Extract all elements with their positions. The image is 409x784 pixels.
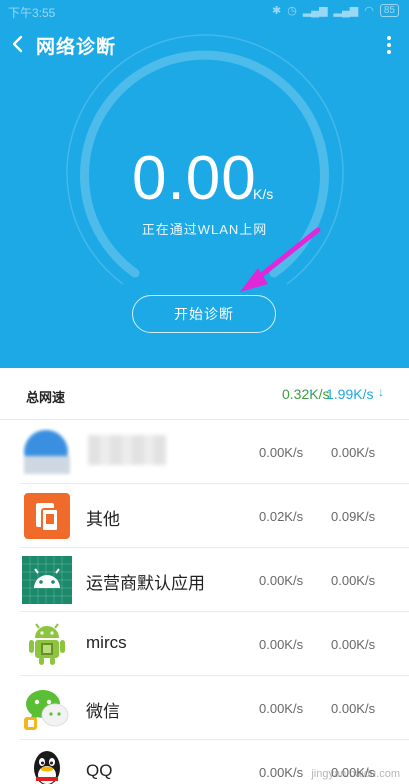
android-robot-icon bbox=[29, 623, 65, 665]
app-upload: 0.00K/s bbox=[259, 701, 304, 716]
upload-arrow-icon: ↑ bbox=[308, 385, 314, 399]
list-item[interactable]: mircs 0.00K/s 0.00K/s bbox=[0, 612, 409, 676]
app-download: 0.09K/s bbox=[331, 509, 376, 524]
list-item[interactable]: 其他 0.02K/s 0.09K/s bbox=[0, 484, 409, 548]
watermark: jingyan.baidu.com bbox=[268, 740, 408, 784]
android-icon bbox=[22, 556, 72, 604]
blurred-app-name bbox=[88, 435, 166, 465]
app-upload: 0.00K/s bbox=[259, 637, 304, 652]
app-upload: 0.02K/s bbox=[259, 509, 304, 524]
connection-status: 正在通过WLAN上网 bbox=[141, 222, 268, 237]
app-download: 0.00K/s bbox=[331, 445, 376, 460]
download-arrow-icon: ↓ bbox=[378, 385, 384, 399]
app-download: 0.00K/s bbox=[331, 573, 376, 588]
app-name: QQ bbox=[86, 761, 113, 780]
total-download: 1.99K/s bbox=[326, 386, 374, 402]
qq-penguin-icon bbox=[34, 751, 60, 784]
total-upload: 0.32K/s bbox=[282, 386, 330, 402]
app-download: 0.00K/s bbox=[331, 701, 376, 716]
total-speed-label: 总网速 bbox=[26, 390, 66, 405]
wechat-icon bbox=[24, 690, 69, 730]
app-name: 运营商默认应用 bbox=[86, 574, 205, 593]
header-panel: 下午3:55 ✱ ◷ ▂▄▆ ▂▄▆ ◠ 85 网络诊断 0.00 K/s 正在… bbox=[0, 0, 409, 368]
app-name: 其他 bbox=[86, 510, 120, 529]
app-download: 0.00K/s bbox=[331, 637, 376, 652]
app-upload: 0.00K/s bbox=[259, 445, 304, 460]
total-speed-row: 总网速 0.32K/s ↑ 1.99K/s ↓ bbox=[0, 368, 409, 420]
other-app-icon bbox=[24, 493, 70, 539]
watermark-text: jingyan.baidu.com bbox=[311, 768, 400, 780]
app-upload: 0.00K/s bbox=[259, 573, 304, 588]
list-item[interactable]: 微信 0.00K/s 0.00K/s bbox=[0, 676, 409, 740]
app-name: mircs bbox=[86, 633, 127, 652]
blurred-app-icon bbox=[24, 430, 70, 474]
list-item[interactable]: 0.00K/s 0.00K/s bbox=[0, 420, 409, 484]
app-name: 微信 bbox=[86, 702, 120, 721]
speed-value: 0.00 bbox=[132, 144, 257, 213]
list-item[interactable]: 运营商默认应用 0.00K/s 0.00K/s bbox=[0, 548, 409, 612]
start-diagnosis-button[interactable]: 开始诊断 bbox=[132, 295, 276, 333]
speed-unit: K/s bbox=[253, 186, 274, 202]
